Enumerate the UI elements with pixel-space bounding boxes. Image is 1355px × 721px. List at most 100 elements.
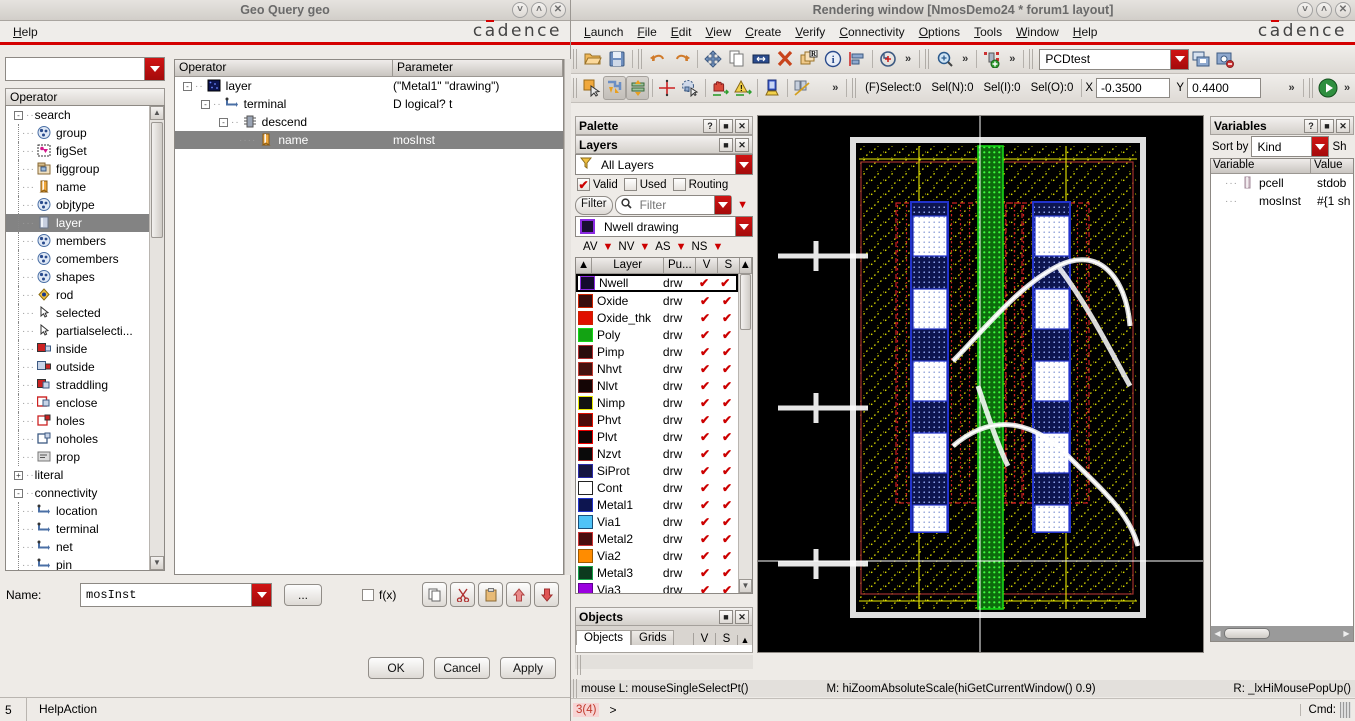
tree-item-net[interactable]: ··· net — [6, 538, 149, 556]
close-icon[interactable]: ✕ — [735, 118, 749, 133]
layer-visible-checkbox[interactable]: ✔ — [694, 583, 716, 594]
layer-row[interactable]: Via1 drw ✔ ✔ — [576, 513, 738, 530]
tree-item-layer[interactable]: ··· layer — [6, 214, 149, 232]
close-icon[interactable]: ✕ — [1335, 2, 1351, 18]
sort-by-value[interactable]: Kind — [1252, 140, 1311, 154]
run-icon[interactable] — [1316, 76, 1339, 100]
delete-icon[interactable] — [773, 47, 797, 71]
operator-parameter-table[interactable]: Operator Parameter - ·· layer ("Metal1" "dr… — [174, 59, 564, 575]
cancel-button[interactable]: Cancel — [434, 657, 490, 679]
layer-visible-checkbox[interactable]: ✔ — [694, 362, 716, 376]
operator-type-combo[interactable] — [5, 57, 165, 81]
column-value[interactable]: Value — [1311, 159, 1353, 173]
column-variable[interactable]: Variable — [1211, 159, 1311, 173]
layer-selectable-checkbox[interactable]: ✔ — [716, 379, 738, 393]
tree-item-search[interactable]: - ·· search — [6, 106, 149, 124]
scroll-down-icon[interactable]: ▼ — [150, 556, 164, 570]
layer-row[interactable]: Nhvt drw ✔ ✔ — [576, 360, 738, 377]
sort-by-combo[interactable]: Kind — [1251, 136, 1330, 157]
close-icon[interactable]: ✕ — [1336, 118, 1350, 133]
align-icon[interactable] — [845, 47, 869, 71]
scroll-left-icon[interactable]: ◀ — [1211, 629, 1224, 638]
hier-edit-icon[interactable] — [626, 76, 650, 100]
tree-item-holes[interactable]: ··· holes — [6, 412, 149, 430]
layer-selectable-checkbox[interactable]: ✔ — [716, 464, 738, 478]
layer-row[interactable]: Oxide_thk drw ✔ ✔ — [576, 309, 738, 326]
filter-button[interactable]: Filter — [575, 195, 613, 215]
variables-hscrollbar[interactable]: ◀ ▶ — [1211, 626, 1353, 641]
tree-expander[interactable]: - — [183, 81, 192, 91]
toolbar-grip[interactable] — [925, 49, 932, 69]
layer-visible-checkbox[interactable]: ✔ — [694, 345, 716, 359]
menu-item-launch[interactable]: Launch — [577, 23, 630, 41]
variable-row[interactable]: ··· mosInst #{1 sh — [1211, 192, 1353, 210]
name-input[interactable]: mosInst — [81, 588, 251, 602]
toolbar-grip[interactable] — [573, 49, 579, 69]
layer-visible-checkbox[interactable]: ✔ — [694, 515, 716, 529]
ns-button[interactable]: NS — [692, 241, 708, 253]
toolbar-grip[interactable] — [638, 49, 644, 69]
layer-selectable-checkbox[interactable]: ✔ — [716, 549, 738, 563]
ok-button[interactable]: OK — [368, 657, 424, 679]
toolbar-overflow-2[interactable]: » — [957, 53, 973, 65]
panel-grip[interactable] — [577, 655, 583, 675]
tab-objects[interactable]: Objects — [576, 630, 631, 645]
tree-item-prop[interactable]: ··· prop — [6, 448, 149, 466]
current-layer-value[interactable]: Nwell drawing — [599, 220, 735, 234]
nv-chevron-icon[interactable]: ▼ — [634, 241, 655, 253]
nv-button[interactable]: NV — [618, 241, 634, 253]
scroll-up-icon[interactable]: ▲ — [740, 258, 752, 273]
close-icon[interactable]: ✕ — [735, 609, 749, 624]
add-instance-icon[interactable] — [980, 47, 1004, 71]
zoom-in-icon[interactable] — [933, 47, 957, 71]
layer-visible-checkbox[interactable]: ✔ — [694, 430, 716, 444]
tree-item-comembers[interactable]: ··· comembers — [6, 250, 149, 268]
toolbar-overflow-1[interactable]: » — [900, 53, 916, 65]
table-row[interactable]: - ·· terminal D logical? t — [175, 95, 563, 113]
scroll-down-icon[interactable]: ▼ — [739, 579, 752, 593]
replicate-icon[interactable]: R — [797, 47, 821, 71]
layer-selectable-checkbox[interactable]: ✔ — [716, 362, 738, 376]
layer-visible-checkbox[interactable]: ✔ — [694, 464, 716, 478]
property-info-icon[interactable]: i — [821, 47, 845, 71]
tree-item-rod[interactable]: ··· rod — [6, 286, 149, 304]
chevron-down-icon[interactable] — [1311, 137, 1329, 156]
close-icon[interactable]: ✕ — [735, 137, 749, 152]
statusbar-grip[interactable] — [573, 678, 579, 699]
layer-row[interactable]: Metal1 drw ✔ ✔ — [576, 496, 738, 513]
menu-item-connectivity[interactable]: Connectivity — [832, 23, 911, 41]
current-layer-combo[interactable]: Nwell drawing — [575, 216, 753, 237]
layout-canvas[interactable] — [757, 115, 1204, 653]
layer-table[interactable]: ▲ Layer Pu... V S ▲ Nwell drw ✔ ✔ Oxide drw ✔ ✔… — [575, 257, 753, 594]
layer-selectable-checkbox[interactable]: ✔ — [716, 396, 738, 410]
deselect-icon[interactable] — [679, 76, 702, 100]
menu-item-view[interactable]: View — [698, 23, 738, 41]
sort-asc-icon[interactable]: ▲ — [576, 258, 593, 273]
scrollbar-thumb[interactable] — [151, 122, 163, 238]
layer-row[interactable]: Nzvt drw ✔ ✔ — [576, 445, 738, 462]
stop-icon[interactable] — [708, 76, 731, 100]
toolbar-grip[interactable] — [852, 78, 859, 98]
layer-row[interactable]: Poly drw ✔ ✔ — [576, 326, 738, 343]
chevron-down-icon[interactable] — [735, 217, 752, 236]
filter-input[interactable] — [634, 197, 715, 213]
maximize-icon[interactable]: ˄ — [531, 2, 547, 18]
tree-item-partialselecti[interactable]: ··· partialselecti... — [6, 322, 149, 340]
tree-item-selected[interactable]: ··· selected — [6, 304, 149, 322]
cmd-input[interactable] — [1340, 702, 1351, 718]
layer-row[interactable]: Nwell drw ✔ ✔ — [576, 274, 738, 292]
layer-selectable-checkbox[interactable]: ✔ — [716, 498, 738, 512]
operator-tree[interactable]: - ·· search ··· group ··· figSet ··· figgroup ···… — [5, 105, 165, 571]
tree-item-outside[interactable]: ··· outside — [6, 358, 149, 376]
toolbar-overflow-6[interactable]: » — [1339, 82, 1355, 94]
layer-row[interactable]: Via3 drw ✔ ✔ — [576, 581, 738, 593]
tree-item-shapes[interactable]: ··· shapes — [6, 268, 149, 286]
av-button[interactable]: AV — [583, 241, 598, 253]
tree-item-straddling[interactable]: ··· straddling — [6, 376, 149, 394]
layer-visible-checkbox[interactable]: ✔ — [694, 294, 716, 308]
redo-icon[interactable] — [670, 47, 694, 71]
layer-selectable-checkbox[interactable]: ✔ — [716, 481, 738, 495]
tree-item-objtype[interactable]: ··· objtype — [6, 196, 149, 214]
layer-selectable-checkbox[interactable]: ✔ — [716, 345, 738, 359]
scroll-right-icon[interactable]: ▶ — [1340, 629, 1353, 638]
